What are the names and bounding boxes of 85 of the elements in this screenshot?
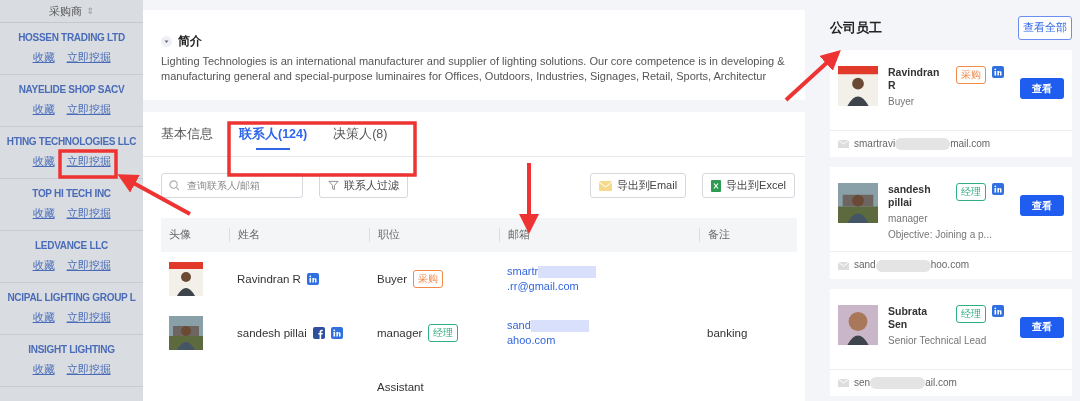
blurred-text — [870, 377, 926, 390]
blurred-text — [875, 259, 931, 272]
tab[interactable]: 联系人(124) — [239, 112, 308, 156]
spreadsheet-icon — [711, 179, 722, 192]
buyer-link[interactable]: 收藏 — [32, 50, 55, 65]
intro-text: Lighting Technologies is an international manufacturer and supplier of lighting solutions. Our core competence is in developing & manufacturing general and special-purpose luminaires for Offices, Outdoors, Industries, Signages, Retail, Sports, Architectur — [161, 54, 786, 84]
filter-icon — [328, 180, 339, 191]
blurred-text — [895, 138, 951, 151]
highlight-frame — [58, 149, 118, 179]
employee-email: sen ail.com — [854, 376, 957, 390]
role-tag: 采购 — [413, 270, 444, 288]
buyer-link[interactable]: 立即挖掘 — [66, 50, 111, 65]
column-header[interactable]: 采购商 — [49, 3, 83, 19]
tab[interactable]: 基本信息 — [161, 112, 213, 156]
employee-email: sand hoo.com — [854, 259, 970, 272]
buyer-link[interactable]: 立即挖掘 — [66, 362, 111, 377]
role-tag: 采购 — [956, 66, 986, 84]
search-field[interactable]: 查询联系人/邮箱 — [161, 173, 303, 198]
linkedin-icon[interactable] — [330, 327, 343, 339]
employee-name: sandesh pillai — [888, 183, 932, 210]
buyer-link[interactable]: 收藏 — [32, 154, 55, 169]
column-header: 职位 — [369, 228, 499, 242]
envelope-icon — [598, 180, 612, 191]
buyer-name[interactable]: HOSSEN TRADING LTD — [18, 32, 125, 43]
facebook-icon[interactable] — [312, 327, 325, 339]
buyer-link[interactable]: 立即挖掘 — [66, 310, 111, 325]
buyer-link[interactable]: 立即挖掘 — [66, 206, 111, 221]
employee-name: Subrata Sen — [888, 304, 929, 331]
note-text: banking — [707, 327, 748, 339]
buyer-name[interactable]: LEDVANCE LLC — [35, 240, 108, 251]
envelope-icon — [838, 378, 849, 387]
buyer-link[interactable]: 收藏 — [32, 362, 55, 377]
panel-title: 公司员工 — [830, 19, 882, 37]
column-header: 备注 — [699, 228, 797, 242]
email-link[interactable]: smartr .rr@gmail.com — [507, 264, 637, 294]
role-tag: 经理 — [956, 304, 986, 323]
role-tag: 经理 — [956, 183, 986, 202]
envelope-icon — [838, 261, 849, 270]
employee-role: manager — [888, 212, 929, 226]
column-header: 邮箱 — [499, 228, 699, 242]
buyer-name[interactable]: INSIGHT LIGHTING — [28, 344, 115, 355]
collapse-icon[interactable] — [161, 36, 172, 47]
linkedin-icon[interactable] — [992, 66, 1004, 78]
envelope-icon — [838, 140, 849, 149]
linkedin-icon[interactable] — [306, 273, 319, 285]
employee-role: Buyer — [888, 95, 916, 108]
employee-email: smartravi mail.com — [854, 138, 991, 151]
linkedin-icon[interactable] — [992, 304, 1004, 317]
view-button[interactable]: 查看 — [1020, 316, 1064, 338]
buyer-link[interactable]: 收藏 — [32, 206, 55, 221]
job-title: manager — [377, 325, 423, 341]
role-tag: 经理 — [428, 324, 459, 342]
annotation-arrow — [784, 49, 841, 102]
view-all-button[interactable]: 查看全部 — [1018, 16, 1072, 40]
linkedin-icon[interactable] — [992, 183, 1004, 196]
buyer-link[interactable]: 立即挖掘 — [66, 258, 111, 273]
buyer-name[interactable]: TOP HI TECH INC — [32, 188, 111, 199]
sort-icon[interactable]: ⇕ — [86, 6, 94, 16]
job-title: Assistant — [377, 379, 424, 395]
view-button[interactable]: 查看 — [1020, 78, 1064, 99]
buyer-name[interactable]: NAYELIDE SHOP SACV — [18, 84, 125, 95]
buyer-link[interactable]: 收藏 — [32, 310, 55, 325]
job-title: Buyer — [377, 271, 408, 287]
column-header: 姓名 — [229, 228, 369, 242]
export-excel-button[interactable]: 导出到Excel — [702, 173, 795, 198]
section-title: 简介 — [178, 33, 202, 50]
employee-name: Ravindran R — [888, 66, 941, 92]
buyer-link[interactable]: 立即挖掘 — [66, 102, 111, 117]
buyer-link[interactable]: 收藏 — [32, 102, 55, 117]
column-header: 头像 — [168, 228, 192, 242]
blurred-text — [538, 266, 597, 279]
view-button[interactable]: 查看 — [1020, 195, 1064, 217]
buyer-link[interactable]: 收藏 — [32, 258, 55, 273]
employee-role: Senior Technical Lead — [888, 333, 988, 347]
email-link[interactable]: sand ahoo.com — [507, 318, 637, 348]
buyer-link[interactable]: 立即挖掘 — [66, 154, 111, 169]
search-icon — [169, 180, 180, 191]
buyer-name[interactable]: HTING TECHNOLOGIES LLC — [6, 136, 137, 147]
tab[interactable]: 决策人(8) — [333, 112, 388, 156]
contact-name: Ravindran R — [237, 273, 301, 285]
contact-name: sandesh pillai — [237, 327, 307, 339]
blurred-text — [530, 320, 589, 333]
buyer-name[interactable]: NCIPAL LIGHTING GROUP L — [7, 292, 136, 303]
export-email-button[interactable]: 导出到Email — [589, 173, 687, 198]
employee-summary: Objective: Joining a p... — [888, 228, 993, 242]
